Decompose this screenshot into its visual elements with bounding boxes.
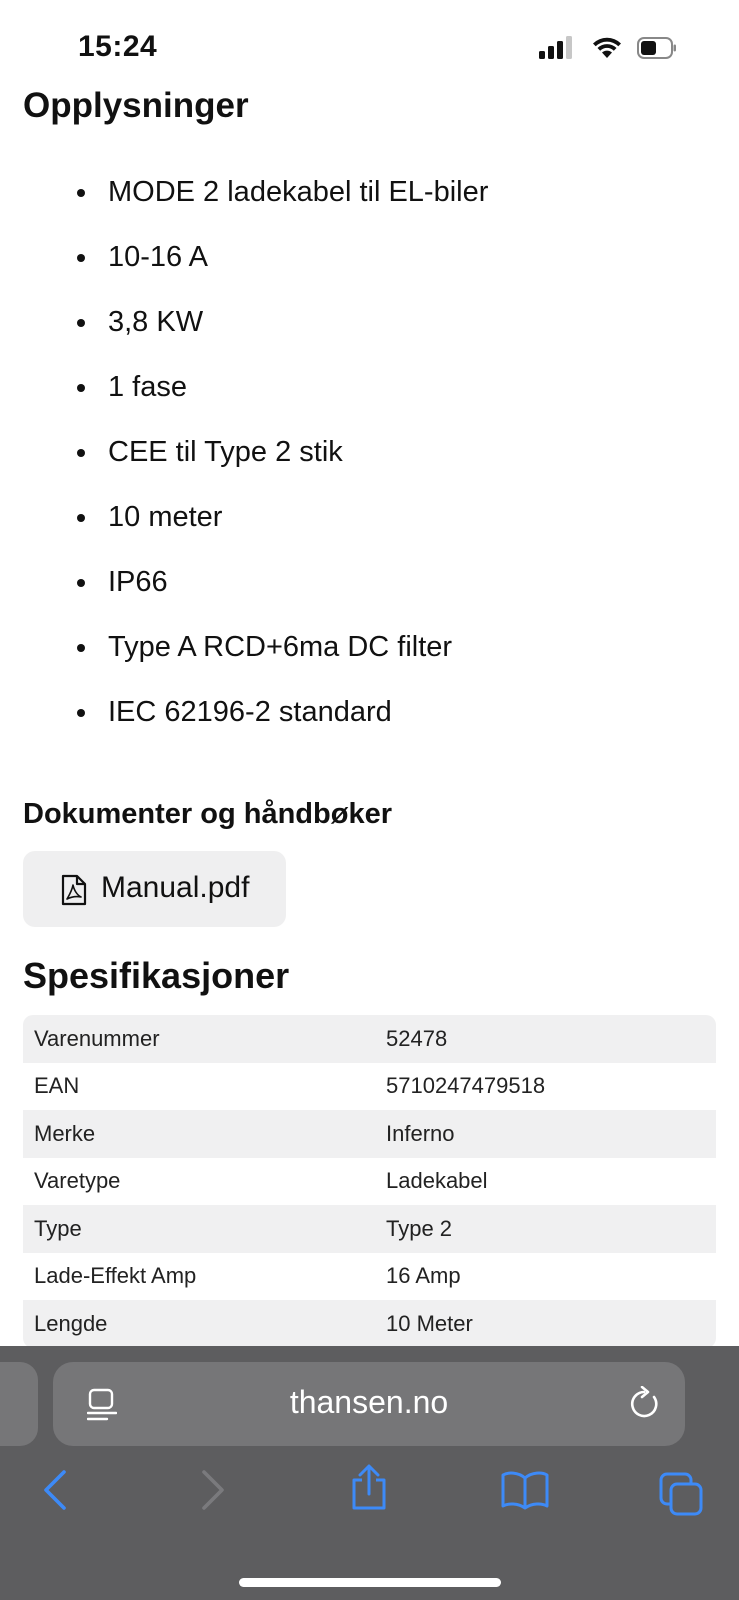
spec-value: Inferno bbox=[386, 1110, 716, 1158]
spec-label: EAN bbox=[23, 1062, 386, 1110]
spec-label: Merke bbox=[23, 1110, 386, 1158]
spec-value: 52478 bbox=[386, 1015, 716, 1063]
tabs-icon[interactable] bbox=[659, 1472, 705, 1516]
info-bullet-list: MODE 2 ladekabel til EL-biler 10-16 A 3,… bbox=[0, 160, 739, 745]
list-item: 1 fase bbox=[0, 355, 739, 420]
browser-chrome: thansen.no bbox=[0, 1346, 739, 1600]
spec-label: Lengde bbox=[23, 1300, 386, 1348]
back-arrow-icon[interactable] bbox=[40, 1468, 70, 1512]
status-bar: 15:24 bbox=[0, 0, 739, 90]
list-item: Type A RCD+6ma DC filter bbox=[0, 615, 739, 680]
specs-heading: Spesifikasjoner bbox=[23, 955, 290, 996]
reload-icon[interactable] bbox=[627, 1386, 661, 1422]
spec-label: Type bbox=[23, 1205, 386, 1253]
spec-value: Ladekabel bbox=[386, 1157, 716, 1205]
spec-value: 10 Meter bbox=[386, 1300, 716, 1348]
share-icon[interactable] bbox=[348, 1464, 390, 1512]
pdf-file-icon bbox=[61, 874, 87, 906]
bookmarks-icon[interactable] bbox=[500, 1470, 550, 1510]
table-row: Varetype Ladekabel bbox=[23, 1157, 716, 1205]
list-item: IP66 bbox=[0, 550, 739, 615]
info-heading: Opplysninger bbox=[23, 86, 249, 125]
manual-pdf-label: Manual.pdf bbox=[101, 871, 250, 904]
forward-arrow-icon[interactable] bbox=[198, 1468, 228, 1512]
battery-icon bbox=[637, 37, 676, 59]
status-time: 15:24 bbox=[78, 30, 158, 63]
table-row: Lengde 10 Meter bbox=[23, 1300, 716, 1348]
table-row: Type Type 2 bbox=[23, 1205, 716, 1253]
table-row: Lade-Effekt Amp 16 Amp bbox=[23, 1252, 716, 1300]
spec-label: Varetype bbox=[23, 1157, 386, 1205]
list-item: CEE til Type 2 stik bbox=[0, 420, 739, 485]
list-item: 3,8 KW bbox=[0, 290, 739, 355]
home-indicator[interactable] bbox=[239, 1578, 501, 1587]
list-item: 10 meter bbox=[0, 485, 739, 550]
previous-tab-preview[interactable] bbox=[0, 1362, 38, 1446]
spec-value: 5710247479518 bbox=[386, 1062, 716, 1110]
spec-label: Lade-Effekt Amp bbox=[23, 1252, 386, 1300]
url-text[interactable]: thansen.no bbox=[53, 1384, 685, 1421]
documents-heading: Dokumenter og håndbøker bbox=[23, 798, 392, 830]
table-row: Merke Inferno bbox=[23, 1110, 716, 1158]
table-row: Varenummer 52478 bbox=[23, 1015, 716, 1063]
table-row: EAN 5710247479518 bbox=[23, 1062, 716, 1110]
list-item: IEC 62196-2 standard bbox=[0, 680, 739, 745]
spec-value: Type 2 bbox=[386, 1205, 716, 1253]
spec-value: 16 Amp bbox=[386, 1252, 716, 1300]
cellular-signal-icon bbox=[539, 36, 572, 59]
wifi-icon bbox=[593, 37, 621, 58]
manual-pdf-button[interactable]: Manual.pdf bbox=[23, 851, 286, 927]
list-item: 10-16 A bbox=[0, 225, 739, 290]
list-item: MODE 2 ladekabel til EL-biler bbox=[0, 160, 739, 225]
address-bar[interactable]: thansen.no bbox=[53, 1362, 685, 1446]
spec-label: Varenummer bbox=[23, 1015, 386, 1063]
specs-table: Varenummer 52478 EAN 5710247479518 Merke In… bbox=[23, 1015, 716, 1348]
